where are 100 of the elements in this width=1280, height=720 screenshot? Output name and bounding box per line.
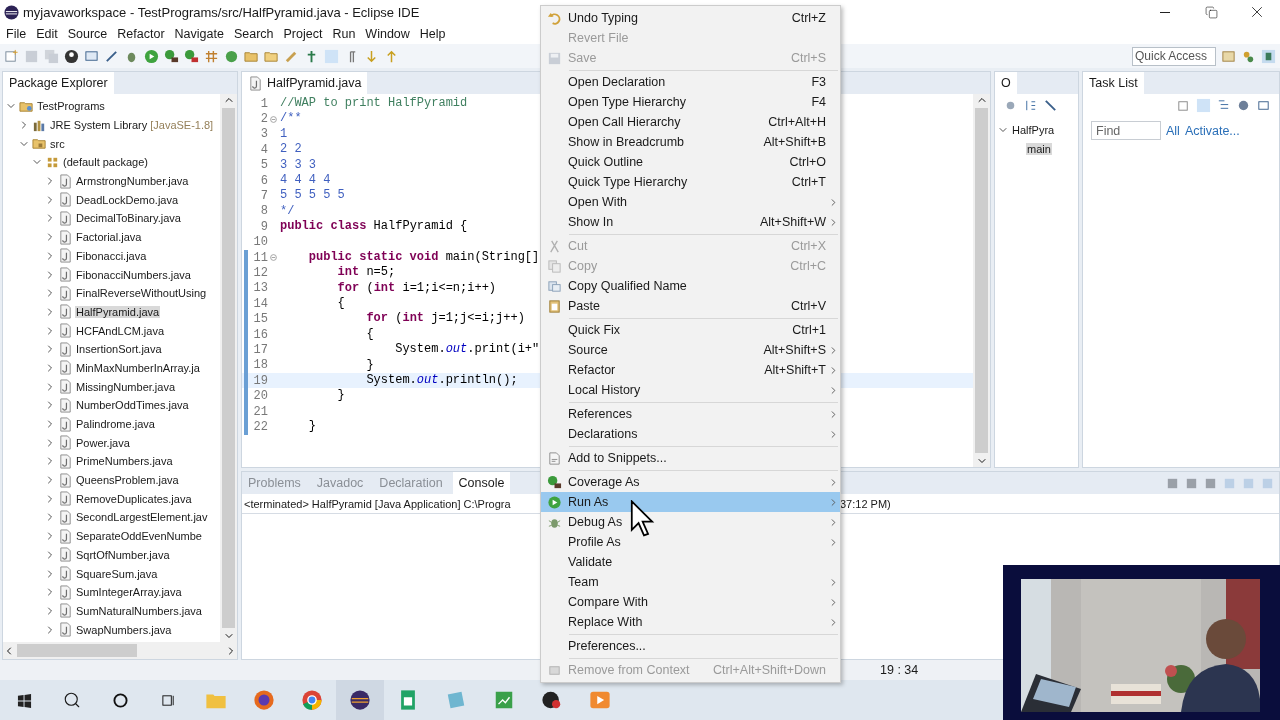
outline-tab[interactable]: O xyxy=(995,72,1017,94)
quick-access-field[interactable]: Quick Access xyxy=(1132,46,1216,66)
context-menu-item[interactable]: Local History xyxy=(541,380,840,400)
menu-item[interactable]: Edit xyxy=(32,27,62,41)
menu-item[interactable]: Run xyxy=(328,27,360,41)
menu-item[interactable]: Help xyxy=(415,27,450,41)
context-menu-item[interactable]: Open With xyxy=(541,192,840,212)
pen-icon[interactable] xyxy=(104,48,119,64)
tree-item[interactable]: NumberOddTimes.java xyxy=(75,399,190,412)
menu-item[interactable]: Project xyxy=(279,27,327,41)
context-menu-item[interactable]: Declarations xyxy=(541,424,840,444)
menu-item[interactable]: Search xyxy=(229,27,278,41)
tree-item[interactable]: SecondLargestElement.jav xyxy=(75,511,209,524)
tree-item[interactable]: Palindrome.java xyxy=(75,418,156,431)
tree-item[interactable]: Factorial.java xyxy=(75,231,143,244)
context-menu-item[interactable]: Coverage As xyxy=(541,472,840,492)
context-menu-item[interactable]: Replace With xyxy=(541,612,840,632)
tree-item[interactable]: src xyxy=(49,137,66,150)
editor-tab[interactable]: HalfPyramid.java xyxy=(242,72,368,94)
context-menu-item[interactable]: Validate xyxy=(541,552,840,572)
task-list-tab[interactable]: Task List xyxy=(1083,72,1144,94)
context-menu-item[interactable]: Quick Outline Ctrl+O xyxy=(541,152,840,172)
tree-item[interactable]: SwapNumbers.java xyxy=(75,623,173,636)
fold-icon[interactable] xyxy=(269,115,277,123)
tree-item[interactable]: FinalReverseWithoutUsing xyxy=(75,287,208,300)
menu-item[interactable]: Refactor xyxy=(113,27,169,41)
context-menu-item[interactable]: Add to Snippets... xyxy=(541,448,840,468)
tree-item[interactable]: ArmstrongNumber.java xyxy=(75,175,190,188)
package-explorer-tab[interactable]: Package Explorer xyxy=(3,72,114,94)
context-menu-item[interactable]: Open Call Hierarchy Ctrl+Alt+H xyxy=(541,112,840,132)
tree-item[interactable]: SumNaturalNumbers.java xyxy=(75,604,203,617)
context-menu-item[interactable]: Source Alt+Shift+S xyxy=(541,340,840,360)
find-field[interactable]: Find xyxy=(1091,121,1161,140)
menu-item[interactable]: Navigate xyxy=(170,27,228,41)
save-icon[interactable] xyxy=(24,48,39,64)
tree-item[interactable]: MinMaxNumberInArray.ja xyxy=(75,361,201,374)
tree-item[interactable]: FibonacciNumbers.java xyxy=(75,268,192,281)
tree-item[interactable]: SqrtOfNumber.java xyxy=(75,548,171,561)
tree-item[interactable]: DeadLockDemo.java xyxy=(75,193,180,206)
tree-item[interactable]: DecimalToBinary.java xyxy=(75,212,182,225)
tree-item[interactable]: RemoveDuplicates.java xyxy=(75,492,193,505)
person-icon[interactable] xyxy=(64,48,79,64)
context-menu-item[interactable]: Team xyxy=(541,572,840,592)
run-icon[interactable] xyxy=(144,48,159,64)
context-menu-item[interactable]: Compare With xyxy=(541,592,840,612)
code-line: 4 4 4 4 xyxy=(279,172,331,189)
tree-item[interactable]: (default package) xyxy=(62,156,149,169)
context-menu-item[interactable]: Copy Qualified Name xyxy=(541,276,840,296)
context-menu-item[interactable]: Open Type Hierarchy F4 xyxy=(541,92,840,112)
context-menu-item[interactable]: Show in Breadcrumb Alt+Shift+B xyxy=(541,132,840,152)
tree-item[interactable]: JRE System Library xyxy=(49,119,149,132)
context-menu-item[interactable]: Debug As xyxy=(541,512,840,532)
hide-fields-icon[interactable] xyxy=(1043,98,1058,113)
menu-item[interactable]: Window xyxy=(361,27,414,41)
context-menu-item[interactable]: Open Declaration F3 xyxy=(541,72,840,92)
context-menu-item[interactable]: Profile As xyxy=(541,532,840,552)
horizontal-scrollbar[interactable] xyxy=(3,642,237,659)
grid-icon[interactable] xyxy=(204,48,219,64)
line-number: 11 xyxy=(252,250,268,265)
menu-item[interactable]: Source xyxy=(63,27,112,41)
monitor-icon[interactable] xyxy=(84,48,99,64)
tree-item[interactable]: Power.java xyxy=(75,436,131,449)
eclipse-button[interactable] xyxy=(336,680,384,720)
tree-item[interactable]: QueensProblem.java xyxy=(75,474,180,487)
context-menu-item[interactable]: Run As xyxy=(541,492,840,512)
context-menu-item[interactable]: Show In Alt+Shift+W xyxy=(541,212,840,232)
shortcut: Alt+Shift+S xyxy=(763,343,826,357)
tree-item[interactable]: SquareSum.java xyxy=(75,567,159,580)
context-menu-item[interactable]: Undo Typing Ctrl+Z xyxy=(541,8,840,28)
tree-item[interactable]: TestPrograms xyxy=(36,100,106,113)
vertical-scrollbar[interactable] xyxy=(220,94,237,642)
tree-item[interactable]: HalfPyra xyxy=(1011,124,1056,137)
tree-item[interactable]: HalfPyramid.java xyxy=(75,305,161,318)
context-menu-item[interactable]: Preferences... xyxy=(541,636,840,656)
tree-item[interactable]: main xyxy=(1026,143,1052,156)
tree-item[interactable]: PrimeNumbers.java xyxy=(75,455,174,468)
context-menu-item[interactable]: Quick Type Hierarchy Ctrl+T xyxy=(541,172,840,192)
filter-link[interactable]: All xyxy=(1166,123,1180,138)
context-menu-item[interactable]: Quick Fix Ctrl+1 xyxy=(541,320,840,340)
save-all-icon[interactable] xyxy=(44,48,59,64)
tree-item[interactable]: MissingNumber.java xyxy=(75,380,177,393)
tree-item[interactable]: Fibonacci.java xyxy=(75,249,148,262)
sort-icon[interactable] xyxy=(1023,98,1038,113)
context-menu-item[interactable]: Paste Ctrl+V xyxy=(541,296,840,316)
context-menu-item[interactable]: Refactor Alt+Shift+T xyxy=(541,360,840,380)
code-line: 3 3 3 xyxy=(279,157,316,173)
view-tab[interactable]: Console xyxy=(452,472,511,494)
tree-item[interactable]: InsertionSort.java xyxy=(75,343,163,356)
tree-item[interactable]: SumIntegerArray.java xyxy=(75,586,183,599)
shortcut: Ctrl+O xyxy=(789,155,826,169)
coverage-icon[interactable] xyxy=(164,48,179,64)
filter-link[interactable]: Activate... xyxy=(1184,123,1240,138)
tool-run-icon[interactable] xyxy=(184,48,199,64)
fold-icon[interactable] xyxy=(269,254,277,262)
vertical-scrollbar[interactable] xyxy=(973,94,990,467)
tree-item[interactable]: HCFAndLCM.java xyxy=(75,324,166,337)
tree-item[interactable]: SeparateOddEvenNumbe xyxy=(75,530,203,543)
new-icon[interactable] xyxy=(4,48,19,64)
menu-item[interactable]: File xyxy=(2,27,31,41)
context-menu-item[interactable]: References xyxy=(541,404,840,424)
